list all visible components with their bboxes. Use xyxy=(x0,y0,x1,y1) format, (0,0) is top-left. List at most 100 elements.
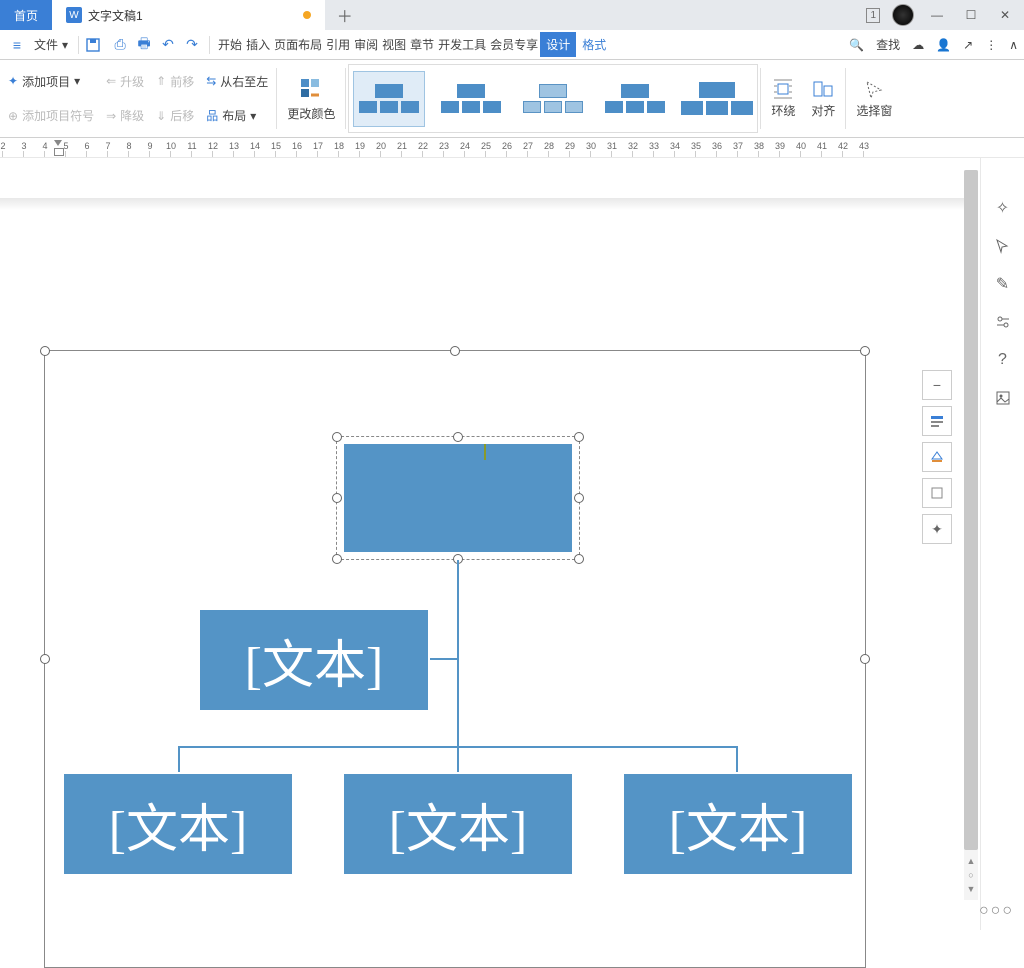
scroll-down-icon[interactable]: ▼ xyxy=(964,884,978,894)
more-options-icon[interactable]: ○○○ xyxy=(979,902,1014,920)
smartart-child-node-2[interactable]: [文本] xyxy=(342,772,574,876)
dropdown-icon[interactable]: ▾ xyxy=(250,109,256,123)
resize-handle-tr[interactable] xyxy=(860,346,870,356)
ctx-outline-button[interactable] xyxy=(922,478,952,508)
style-option-1[interactable] xyxy=(353,71,425,127)
search-icon: 🔍 xyxy=(849,38,864,52)
vertical-scrollbar[interactable]: ▲ ○ ▼ xyxy=(964,170,978,900)
shape-handle[interactable] xyxy=(574,493,584,503)
tab-document[interactable]: W 文字文稿1 xyxy=(52,0,325,30)
scroll-up-icon[interactable]: ▲ xyxy=(964,856,978,866)
layout-icon: 品 xyxy=(206,107,218,124)
rtl-icon: ⇆ xyxy=(206,74,216,88)
style-option-5[interactable] xyxy=(681,71,753,127)
resize-handle-ml[interactable] xyxy=(40,654,50,664)
hamburger-icon[interactable]: ≡ xyxy=(6,37,28,53)
tab-design[interactable]: 设计 xyxy=(540,32,576,57)
align-icon xyxy=(812,78,834,100)
selection-pane-label: 选择窗 xyxy=(856,102,892,119)
window-count-badge[interactable]: 1 xyxy=(866,8,880,23)
sidebar-help-icon[interactable]: ? xyxy=(993,350,1013,370)
file-menu[interactable]: 文件▾ xyxy=(30,34,72,55)
selection-pane-button[interactable]: 选择窗 xyxy=(848,64,900,133)
resize-handle-tl[interactable] xyxy=(40,346,50,356)
redo-icon[interactable]: ↷ xyxy=(181,36,203,53)
title-tab-bar: 首页 W 文字文稿1 ＋ 1 — ☐ ✕ xyxy=(0,0,1024,30)
sidebar-pen-icon[interactable]: ✎ xyxy=(993,274,1013,294)
move-down-icon: ⇓ xyxy=(156,109,166,123)
tab-member[interactable]: 会员专享 xyxy=(488,32,540,57)
ctx-layout-button[interactable] xyxy=(922,406,952,436)
shape-handle[interactable] xyxy=(453,432,463,442)
tab-format[interactable]: 格式 xyxy=(576,32,612,57)
shape-handle[interactable] xyxy=(574,432,584,442)
shape-handle[interactable] xyxy=(332,554,342,564)
minimize-button[interactable]: — xyxy=(926,8,948,22)
change-color-button[interactable]: 更改颜色 xyxy=(279,64,343,133)
change-color-label: 更改颜色 xyxy=(287,105,335,122)
root-node-fill xyxy=(343,443,573,553)
ctx-effects-button[interactable]: ✦ xyxy=(922,514,952,544)
tab-home[interactable]: 首页 xyxy=(0,0,52,30)
style-option-3[interactable] xyxy=(517,71,589,127)
user-avatar[interactable] xyxy=(892,4,914,26)
tab-developer[interactable]: 开发工具 xyxy=(436,32,488,57)
align-button[interactable]: 对齐 xyxy=(803,64,843,133)
share-user-icon[interactable]: 👤 xyxy=(936,38,951,52)
new-tab-button[interactable]: ＋ xyxy=(325,0,365,30)
maximize-button[interactable]: ☐ xyxy=(960,8,982,22)
demote-icon: ⇒ xyxy=(106,109,116,123)
scroll-position-icon[interactable]: ○ xyxy=(964,870,978,880)
collapse-ribbon-icon[interactable]: ∧ xyxy=(1009,38,1018,52)
cloud-icon[interactable]: ☁ xyxy=(912,38,924,52)
search-button[interactable]: 查找 xyxy=(876,36,900,53)
share-icon[interactable]: ↗ xyxy=(963,38,973,52)
sidebar-settings-icon[interactable] xyxy=(993,312,1013,332)
tab-insert[interactable]: 插入 xyxy=(244,32,272,57)
resize-handle-tm[interactable] xyxy=(450,346,460,356)
sidebar-select-icon[interactable] xyxy=(993,236,1013,256)
smartart-child-node-1[interactable]: [文本] xyxy=(62,772,294,876)
tab-view[interactable]: 视图 xyxy=(380,32,408,57)
shape-handle[interactable] xyxy=(332,493,342,503)
print-preview-icon[interactable]: ⎙ xyxy=(109,36,131,53)
style-option-2[interactable] xyxy=(435,71,507,127)
sidebar-image-icon[interactable] xyxy=(993,388,1013,408)
unsaved-indicator-icon xyxy=(303,11,311,19)
shape-handle[interactable] xyxy=(574,554,584,564)
promote-icon: ⇐ xyxy=(106,74,116,88)
scrollbar-thumb[interactable] xyxy=(964,170,978,850)
add-bullet-button: 添加项目符号 xyxy=(22,107,94,124)
smartart-style-gallery[interactable] xyxy=(348,64,758,133)
smartart-child-node-3[interactable]: [文本] xyxy=(622,772,854,876)
resize-handle-mr[interactable] xyxy=(860,654,870,664)
text-cursor-icon xyxy=(480,444,490,460)
connector-line xyxy=(178,746,180,772)
ctx-fill-button[interactable] xyxy=(922,442,952,472)
add-item-button[interactable]: 添加项目 xyxy=(22,73,70,90)
shape-handle[interactable] xyxy=(332,432,342,442)
tab-page-layout[interactable]: 页面布局 xyxy=(272,32,324,57)
tab-start[interactable]: 开始 xyxy=(216,32,244,57)
style-option-4[interactable] xyxy=(599,71,671,127)
tab-references[interactable]: 引用 xyxy=(324,32,352,57)
ctx-collapse-button[interactable]: − xyxy=(922,370,952,400)
rtl-button[interactable]: 从右至左 xyxy=(220,73,268,90)
print-icon[interactable]: 🖶 xyxy=(133,33,155,57)
tab-sections[interactable]: 章节 xyxy=(408,32,436,57)
save-icon[interactable] xyxy=(85,37,107,53)
close-button[interactable]: ✕ xyxy=(994,8,1016,22)
selection-pane-icon xyxy=(863,78,885,100)
dropdown-icon[interactable]: ▾ xyxy=(74,74,80,88)
tab-review[interactable]: 审阅 xyxy=(352,32,380,57)
align-label: 对齐 xyxy=(811,102,835,119)
undo-icon[interactable]: ↶ xyxy=(157,36,179,53)
horizontal-ruler[interactable]: 2345678910111213141516171819202122232425… xyxy=(0,138,1024,158)
more-icon[interactable]: ⋮ xyxy=(985,38,997,52)
wrap-button[interactable]: 环绕 xyxy=(763,64,803,133)
smartart-assistant-node[interactable]: [文本] xyxy=(198,608,430,712)
page-edge xyxy=(0,198,970,210)
layout-button[interactable]: 布局 xyxy=(222,107,246,124)
smartart-root-node[interactable] xyxy=(336,436,580,560)
sidebar-toolbox-icon[interactable]: ✧ xyxy=(993,198,1013,218)
